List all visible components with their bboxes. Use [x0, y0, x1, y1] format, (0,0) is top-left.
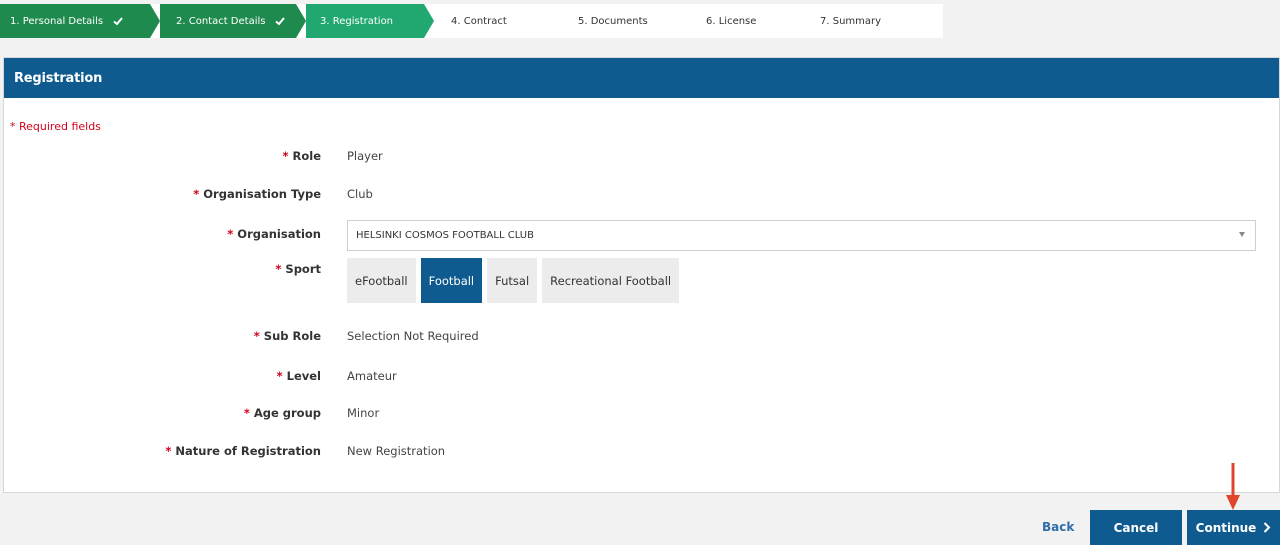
- step-registration[interactable]: 3. Registration: [306, 4, 424, 38]
- check-icon: [113, 17, 123, 26]
- age-group-value: Minor: [347, 406, 380, 420]
- step-label: 4. Contract: [451, 15, 507, 27]
- level-row: * Level Amateur: [4, 369, 1279, 389]
- chevron-right-icon: [1264, 522, 1271, 533]
- annotation-arrow-icon: [1226, 463, 1240, 510]
- step-contract[interactable]: 4. Contract: [451, 4, 507, 38]
- continue-label: Continue: [1195, 520, 1257, 535]
- step-label: 2. Contact Details: [176, 15, 266, 27]
- nature-row: * Nature of Registration New Registration: [4, 444, 1279, 464]
- step-documents[interactable]: 5. Documents: [578, 4, 648, 38]
- step-label: 7. Summary: [820, 15, 882, 27]
- step-contact-details[interactable]: 2. Contact Details: [160, 4, 296, 38]
- required-fields-note: * Required fields: [10, 120, 101, 133]
- sub-role-row: * Sub Role Selection Not Required: [4, 329, 1279, 349]
- step-personal-details[interactable]: 1. Personal Details: [0, 4, 150, 38]
- age-group-row: * Age group Minor: [4, 406, 1279, 426]
- panel-title: Registration: [4, 58, 1279, 98]
- sub-role-label: * Sub Role: [253, 329, 321, 343]
- cancel-button[interactable]: Cancel: [1090, 510, 1182, 545]
- sport-label: * Sport: [275, 262, 321, 276]
- sport-option-efootball[interactable]: eFootball: [347, 258, 416, 303]
- role-row: * Role Player: [4, 149, 1279, 169]
- sub-role-value: Selection Not Required: [347, 329, 479, 343]
- step-label: 5. Documents: [578, 15, 648, 27]
- nature-value: New Registration: [347, 444, 446, 458]
- sport-option-football[interactable]: Football: [420, 258, 483, 303]
- org-type-value: Club: [347, 187, 373, 201]
- step-separator: [150, 4, 160, 38]
- sport-option-futsal[interactable]: Futsal: [487, 258, 538, 303]
- role-value: Player: [347, 149, 383, 163]
- registration-panel: Registration * Required fields * Role Pla…: [3, 57, 1280, 493]
- step-separator: [424, 4, 434, 38]
- caret-down-icon: [1239, 232, 1245, 237]
- step-label: 1. Personal Details: [10, 15, 104, 27]
- organisation-row: * Organisation HELSINKI COSMOS FOOTBALL C…: [4, 220, 1279, 251]
- nature-label: * Nature of Registration: [165, 444, 321, 458]
- step-summary[interactable]: 7. Summary: [820, 4, 881, 38]
- check-icon: [275, 17, 286, 26]
- org-type-row: * Organisation Type Club: [4, 187, 1279, 207]
- org-type-label: * Organisation Type: [193, 187, 321, 201]
- back-link[interactable]: Back: [1042, 520, 1074, 534]
- step-license[interactable]: 6. License: [706, 4, 756, 38]
- organisation-select[interactable]: HELSINKI COSMOS FOOTBALL CLUB: [347, 220, 1256, 251]
- step-label: 3. Registration: [320, 15, 394, 27]
- step-separator: [296, 4, 306, 38]
- organisation-label: * Organisation: [227, 227, 321, 241]
- age-group-label: * Age group: [243, 406, 321, 420]
- level-label: * Level: [276, 369, 321, 383]
- sport-row: * Sport eFootball Football Futsal Recreat…: [4, 258, 1279, 303]
- organisation-select-value: HELSINKI COSMOS FOOTBALL CLUB: [356, 230, 534, 241]
- continue-button[interactable]: Continue: [1187, 510, 1280, 545]
- sport-option-recreational-football[interactable]: Recreational Football: [542, 258, 680, 303]
- progress-stepper: 1. Personal Details 2. Contact Details 3…: [0, 4, 943, 38]
- sport-options: eFootball Football Futsal Recreational F…: [347, 258, 680, 303]
- role-label: * Role: [282, 149, 321, 163]
- level-value: Amateur: [347, 369, 397, 383]
- step-label: 6. License: [706, 15, 757, 27]
